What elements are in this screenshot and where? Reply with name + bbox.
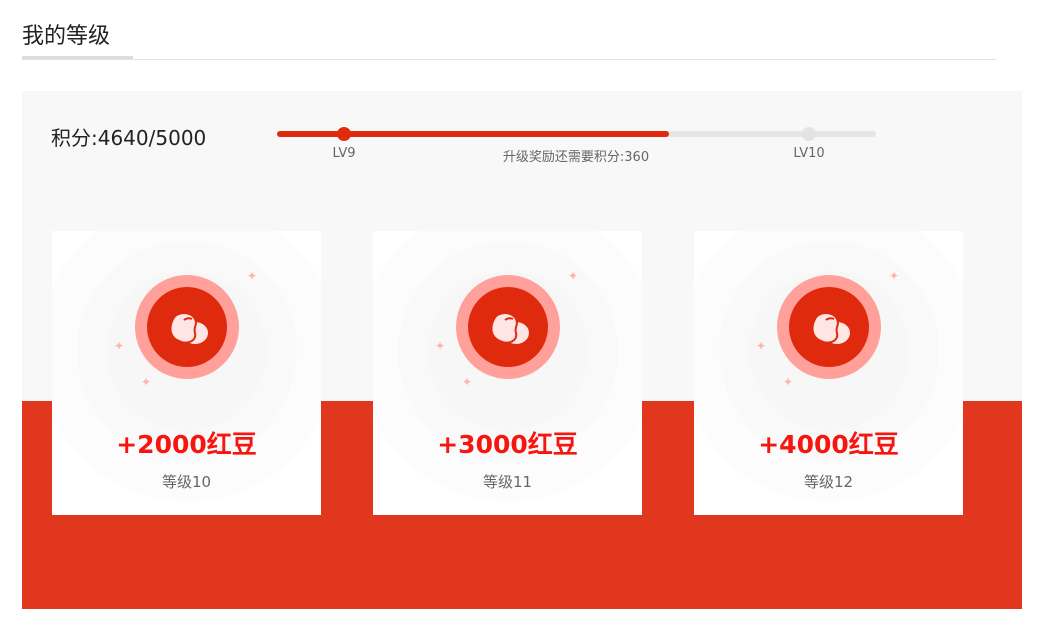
reward-level: 等级10 (161, 473, 212, 491)
reward-card: ✦ ✦ ✦ +2000红豆 等级10 (52, 231, 321, 515)
sparkle-icon: ✦ (114, 339, 125, 353)
progress-fill (277, 131, 670, 137)
sparkle-icon: ✦ (247, 269, 258, 283)
reward-card: ✦ ✦ ✦ +3000红豆 等级11 (373, 231, 642, 515)
progress-bar (277, 127, 876, 141)
sparkle-icon: ✦ (783, 375, 794, 389)
red-bean-icon (456, 275, 560, 379)
next-level-label: LV10 (793, 146, 825, 161)
page-title: 我的等级 (22, 24, 111, 49)
sparkle-icon: ✦ (435, 339, 446, 353)
red-bean-icon (777, 275, 881, 379)
reward-level: 等级12 (803, 473, 854, 491)
sparkle-icon: ✦ (141, 375, 152, 389)
reward-amount: +4000红豆 (758, 430, 899, 459)
current-level-dot (337, 127, 351, 141)
reward-amount: +3000红豆 (437, 430, 578, 459)
sparkle-icon: ✦ (568, 269, 579, 283)
reward-level: 等级11 (482, 473, 533, 491)
current-level-label: LV9 (332, 146, 356, 161)
sparkle-icon: ✦ (756, 339, 767, 353)
reward-card: ✦ ✦ ✦ +4000红豆 等级12 (694, 231, 963, 515)
sparkle-icon: ✦ (889, 269, 900, 283)
reward-amount: +2000红豆 (116, 430, 257, 459)
points-label: 积分:4640/5000 (51, 126, 207, 150)
divider (22, 59, 996, 60)
sparkle-icon: ✦ (462, 375, 473, 389)
upgrade-hint: 升级奖励还需要积分:360 (502, 150, 650, 165)
next-level-dot (802, 127, 816, 141)
red-bean-icon (135, 275, 239, 379)
